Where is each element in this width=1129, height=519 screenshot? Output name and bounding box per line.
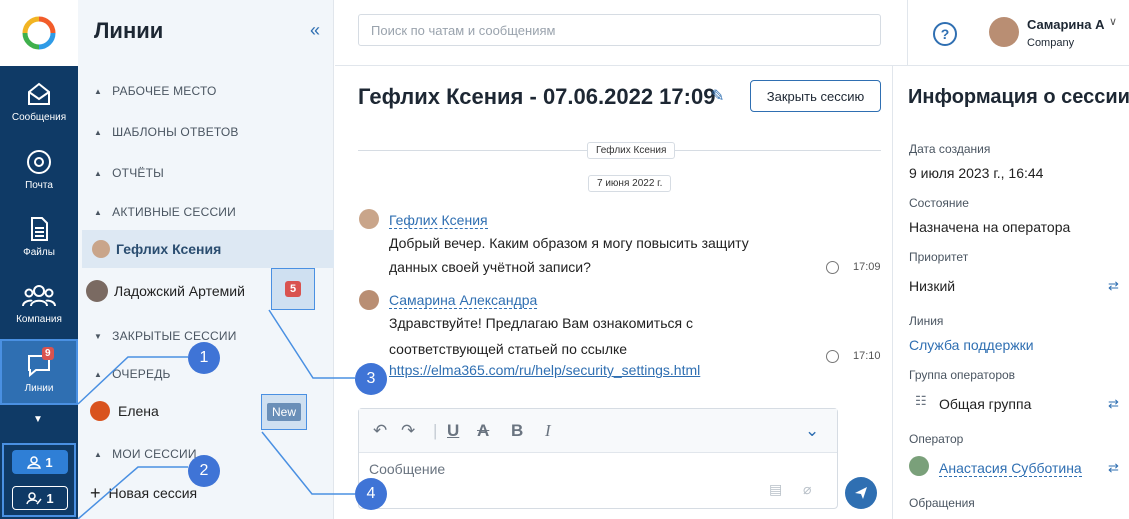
annotation-marker: 1: [188, 342, 220, 374]
app: Сообщения Почта Файлы Компания 9 Линии ▼…: [0, 0, 1129, 519]
annotation-marker: 2: [188, 455, 220, 487]
annotation-lines: [77, 309, 355, 519]
annotation-marker: 3: [355, 363, 387, 395]
annotation-marker: 4: [355, 478, 387, 510]
